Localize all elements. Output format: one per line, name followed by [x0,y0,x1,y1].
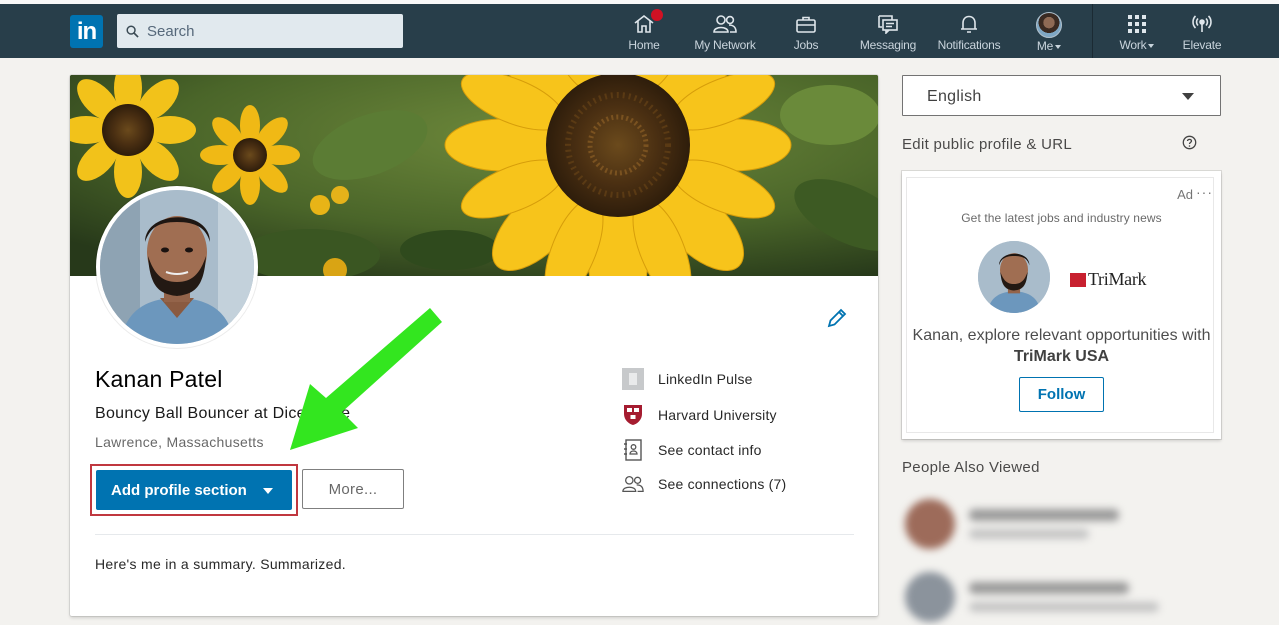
people-also-viewed-item[interactable] [903,570,1223,625]
ad-message: Kanan, explore relevant opportunities wi… [902,325,1221,367]
edit-intro-pencil-icon[interactable] [826,307,848,329]
link-linkedin-pulse[interactable]: LinkedIn Pulse [622,367,753,391]
green-arrow-annotation [290,308,442,450]
add-profile-section-button[interactable]: Add profile section [96,470,292,510]
nav-divider [1092,4,1093,58]
harvard-shield-icon [622,404,644,426]
jobs-icon [796,16,816,33]
link-see-connections[interactable]: See connections (7) [622,472,786,496]
messaging-icon [878,15,898,34]
nav-work[interactable]: Work [1115,10,1159,56]
section-divider [95,534,854,535]
profile-location: Lawrence, Massachusetts [95,434,264,450]
people-also-viewed-title: People Also Viewed [902,459,1040,476]
chevron-down-icon [1055,44,1062,49]
link-label: LinkedIn Pulse [658,371,753,387]
ad-card: Ad ··· Get the latest jobs and industry … [902,171,1221,439]
language-select[interactable]: English [902,75,1221,116]
highlight-box: Add profile section [90,464,298,516]
nav-my-network[interactable]: My Network [690,10,760,56]
nav-messaging-label: Messaging [859,38,917,52]
blurred-headline [969,602,1159,612]
chevron-down-icon [1182,93,1194,100]
pulse-icon [622,368,644,390]
notification-badge [650,8,664,22]
linkedin-logo[interactable]: in [70,15,103,48]
avatar [1036,12,1062,38]
chevron-down-icon [1148,43,1155,48]
search-box[interactable] [117,14,403,48]
avatar [905,572,955,622]
nav-my-network-label: My Network [694,38,756,52]
ad-avatar-image [978,241,1050,313]
ad-options-icon[interactable]: ··· [1196,184,1213,200]
help-icon[interactable] [1182,135,1197,150]
nav-home-label: Home [628,38,660,52]
contact-card-icon [622,439,644,461]
notifications-icon [961,15,977,33]
profile-name: Kanan Patel [95,366,223,392]
trimark-brand-text: TriMark [1088,269,1147,289]
nav-elevate-label: Elevate [1182,38,1222,52]
ad-company-name: TriMark USA [1013,348,1110,365]
nav-elevate[interactable]: Elevate [1181,10,1223,56]
connections-icon [622,473,644,495]
nav-home[interactable]: Home [626,8,664,56]
trimark-logo[interactable]: TriMark [1070,269,1147,290]
nav-notifications-label: Notifications [937,38,1001,52]
follow-button[interactable]: Follow [1019,377,1104,412]
nav-jobs-label: Jobs [793,38,819,52]
nav-me-label: Me [1036,39,1054,53]
chevron-down-icon [263,488,273,494]
link-see-contact-info[interactable]: See contact info [622,438,762,462]
link-label: See connections (7) [658,476,787,492]
nav-work-label: Work [1119,38,1147,52]
link-label: See contact info [658,442,762,458]
more-button[interactable]: More... [302,469,404,509]
ad-label: Ad [1177,187,1193,202]
people-also-viewed-item[interactable] [903,497,1223,553]
link-harvard-university[interactable]: Harvard University [622,403,777,427]
nav-jobs[interactable]: Jobs [791,10,821,56]
ad-tagline: Get the latest jobs and industry news [961,211,1162,225]
profile-photo[interactable] [96,186,258,348]
trimark-mark-icon [1070,272,1086,287]
browser-top-strip [0,0,1279,4]
search-icon [126,24,139,38]
ad-message-text: Kanan, explore relevant opportunities wi… [912,327,1211,344]
language-select-value: English [927,88,982,105]
blurred-name [969,582,1129,594]
add-profile-section-label: Add profile section [111,481,247,499]
grid-icon [1128,15,1146,33]
search-input[interactable] [147,22,387,40]
profile-card: Kanan Patel Bouncy Ball Bouncer at Dice … [70,75,878,616]
ad-avatar [978,241,1050,313]
my-network-icon [713,15,737,33]
top-nav-bar: in Home My Network Jobs Messaging [0,0,1279,58]
nav-notifications[interactable]: Notifications [933,10,1005,56]
broadcast-icon [1192,15,1212,32]
nav-me[interactable]: Me [1030,12,1068,58]
profile-portrait-image [100,190,254,344]
edit-public-profile-link[interactable]: Edit public profile & URL [902,136,1072,153]
blurred-headline [969,529,1089,539]
nav-messaging[interactable]: Messaging [857,10,919,56]
link-label: Harvard University [658,407,777,423]
blurred-name [969,509,1119,521]
avatar [905,499,955,549]
profile-summary: Here's me in a summary. Summarized. [95,556,346,572]
